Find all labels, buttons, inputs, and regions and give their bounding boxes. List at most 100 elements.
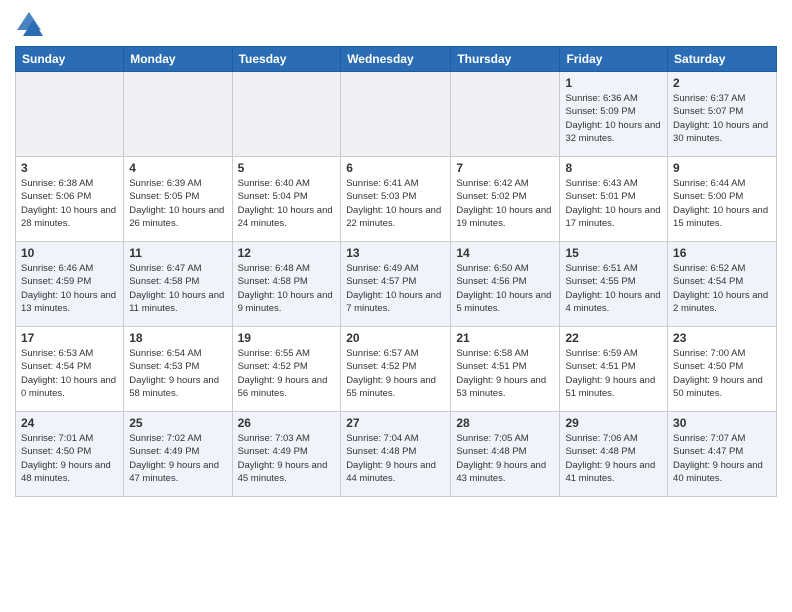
day-number: 11 <box>129 246 226 260</box>
calendar-day-cell: 14 Sunrise: 6:50 AM Sunset: 4:56 PM Dayli… <box>451 242 560 327</box>
day-number: 16 <box>673 246 771 260</box>
calendar-empty-cell <box>232 72 341 157</box>
weekday-header-monday: Monday <box>124 47 232 72</box>
day-number: 30 <box>673 416 771 430</box>
day-info: Sunrise: 6:59 AM Sunset: 4:51 PM Dayligh… <box>565 347 662 400</box>
day-number: 12 <box>238 246 336 260</box>
logo <box>15 10 47 38</box>
day-number: 13 <box>346 246 445 260</box>
day-info: Sunrise: 6:36 AM Sunset: 5:09 PM Dayligh… <box>565 92 662 145</box>
day-info: Sunrise: 6:47 AM Sunset: 4:58 PM Dayligh… <box>129 262 226 315</box>
day-number: 25 <box>129 416 226 430</box>
calendar-day-cell: 13 Sunrise: 6:49 AM Sunset: 4:57 PM Dayli… <box>341 242 451 327</box>
day-number: 7 <box>456 161 554 175</box>
day-number: 9 <box>673 161 771 175</box>
calendar-day-cell: 28Sunrise: 7:05 AM Sunset: 4:48 PM Dayli… <box>451 412 560 497</box>
day-info: Sunrise: 6:43 AM Sunset: 5:01 PM Dayligh… <box>565 177 662 230</box>
calendar-day-cell: 4 Sunrise: 6:39 AM Sunset: 5:05 PM Daylig… <box>124 157 232 242</box>
weekday-header-sunday: Sunday <box>16 47 124 72</box>
calendar-page: SundayMondayTuesdayWednesdayThursdayFrid… <box>0 0 792 507</box>
calendar-day-cell: 2 Sunrise: 6:37 AM Sunset: 5:07 PM Daylig… <box>668 72 777 157</box>
calendar-day-cell: 10 Sunrise: 6:46 AM Sunset: 4:59 PM Dayli… <box>16 242 124 327</box>
calendar-week-row: 10 Sunrise: 6:46 AM Sunset: 4:59 PM Dayli… <box>16 242 777 327</box>
calendar-day-cell: 7 Sunrise: 6:42 AM Sunset: 5:02 PM Daylig… <box>451 157 560 242</box>
day-number: 1 <box>565 76 662 90</box>
day-info: Sunrise: 6:46 AM Sunset: 4:59 PM Dayligh… <box>21 262 118 315</box>
day-number: 4 <box>129 161 226 175</box>
day-number: 5 <box>238 161 336 175</box>
day-number: 22 <box>565 331 662 345</box>
calendar-week-row: 24 Sunrise: 7:01 AM Sunset: 4:50 PM Dayli… <box>16 412 777 497</box>
day-info: Sunrise: 7:04 AM Sunset: 4:48 PM Dayligh… <box>346 432 445 485</box>
calendar-day-cell: 6 Sunrise: 6:41 AM Sunset: 5:03 PM Daylig… <box>341 157 451 242</box>
calendar-day-cell: 17Sunrise: 6:53 AM Sunset: 4:54 PM Dayli… <box>16 327 124 412</box>
day-info: Sunrise: 6:37 AM Sunset: 5:07 PM Dayligh… <box>673 92 771 145</box>
day-info: Sunrise: 6:55 AM Sunset: 4:52 PM Dayligh… <box>238 347 336 400</box>
day-info: Sunrise: 6:40 AM Sunset: 5:04 PM Dayligh… <box>238 177 336 230</box>
day-info: Sunrise: 6:41 AM Sunset: 5:03 PM Dayligh… <box>346 177 445 230</box>
calendar-week-row: 3 Sunrise: 6:38 AM Sunset: 5:06 PM Daylig… <box>16 157 777 242</box>
day-number: 18 <box>129 331 226 345</box>
calendar-day-cell: 29 Sunrise: 7:06 AM Sunset: 4:48 PM Dayli… <box>560 412 668 497</box>
weekday-header-wednesday: Wednesday <box>341 47 451 72</box>
calendar-week-row: 1 Sunrise: 6:36 AM Sunset: 5:09 PM Daylig… <box>16 72 777 157</box>
day-info: Sunrise: 7:02 AM Sunset: 4:49 PM Dayligh… <box>129 432 226 485</box>
day-info: Sunrise: 6:54 AM Sunset: 4:53 PM Dayligh… <box>129 347 226 400</box>
day-info: Sunrise: 7:01 AM Sunset: 4:50 PM Dayligh… <box>21 432 118 485</box>
calendar-day-cell: 5 Sunrise: 6:40 AM Sunset: 5:04 PM Daylig… <box>232 157 341 242</box>
weekday-header-thursday: Thursday <box>451 47 560 72</box>
logo-icon <box>15 10 43 38</box>
calendar-day-cell: 21Sunrise: 6:58 AM Sunset: 4:51 PM Dayli… <box>451 327 560 412</box>
calendar-day-cell: 23Sunrise: 7:00 AM Sunset: 4:50 PM Dayli… <box>668 327 777 412</box>
weekday-header-saturday: Saturday <box>668 47 777 72</box>
day-info: Sunrise: 6:49 AM Sunset: 4:57 PM Dayligh… <box>346 262 445 315</box>
day-number: 14 <box>456 246 554 260</box>
calendar-day-cell: 15Sunrise: 6:51 AM Sunset: 4:55 PM Dayli… <box>560 242 668 327</box>
day-info: Sunrise: 6:39 AM Sunset: 5:05 PM Dayligh… <box>129 177 226 230</box>
day-info: Sunrise: 7:07 AM Sunset: 4:47 PM Dayligh… <box>673 432 771 485</box>
day-number: 19 <box>238 331 336 345</box>
weekday-header-tuesday: Tuesday <box>232 47 341 72</box>
calendar-day-cell: 27 Sunrise: 7:04 AM Sunset: 4:48 PM Dayli… <box>341 412 451 497</box>
day-info: Sunrise: 7:03 AM Sunset: 4:49 PM Dayligh… <box>238 432 336 485</box>
day-number: 2 <box>673 76 771 90</box>
day-info: Sunrise: 7:00 AM Sunset: 4:50 PM Dayligh… <box>673 347 771 400</box>
calendar-day-cell: 25 Sunrise: 7:02 AM Sunset: 4:49 PM Dayli… <box>124 412 232 497</box>
day-info: Sunrise: 6:57 AM Sunset: 4:52 PM Dayligh… <box>346 347 445 400</box>
day-info: Sunrise: 6:52 AM Sunset: 4:54 PM Dayligh… <box>673 262 771 315</box>
day-number: 17 <box>21 331 118 345</box>
calendar-day-cell: 11 Sunrise: 6:47 AM Sunset: 4:58 PM Dayli… <box>124 242 232 327</box>
day-number: 29 <box>565 416 662 430</box>
calendar-day-cell: 30 Sunrise: 7:07 AM Sunset: 4:47 PM Dayli… <box>668 412 777 497</box>
calendar-empty-cell <box>16 72 124 157</box>
calendar-day-cell: 16 Sunrise: 6:52 AM Sunset: 4:54 PM Dayli… <box>668 242 777 327</box>
calendar-day-cell: 19 Sunrise: 6:55 AM Sunset: 4:52 PM Dayli… <box>232 327 341 412</box>
calendar-day-cell: 8 Sunrise: 6:43 AM Sunset: 5:01 PM Daylig… <box>560 157 668 242</box>
calendar-day-cell: 20 Sunrise: 6:57 AM Sunset: 4:52 PM Dayli… <box>341 327 451 412</box>
day-info: Sunrise: 6:48 AM Sunset: 4:58 PM Dayligh… <box>238 262 336 315</box>
day-info: Sunrise: 7:06 AM Sunset: 4:48 PM Dayligh… <box>565 432 662 485</box>
calendar-day-cell: 18 Sunrise: 6:54 AM Sunset: 4:53 PM Dayli… <box>124 327 232 412</box>
day-info: Sunrise: 6:50 AM Sunset: 4:56 PM Dayligh… <box>456 262 554 315</box>
day-number: 27 <box>346 416 445 430</box>
calendar-day-cell: 3 Sunrise: 6:38 AM Sunset: 5:06 PM Daylig… <box>16 157 124 242</box>
day-info: Sunrise: 6:38 AM Sunset: 5:06 PM Dayligh… <box>21 177 118 230</box>
day-number: 3 <box>21 161 118 175</box>
day-number: 6 <box>346 161 445 175</box>
day-number: 8 <box>565 161 662 175</box>
day-number: 21 <box>456 331 554 345</box>
day-number: 24 <box>21 416 118 430</box>
calendar-day-cell: 9Sunrise: 6:44 AM Sunset: 5:00 PM Daylig… <box>668 157 777 242</box>
calendar-table: SundayMondayTuesdayWednesdayThursdayFrid… <box>15 46 777 497</box>
calendar-day-cell: 22 Sunrise: 6:59 AM Sunset: 4:51 PM Dayli… <box>560 327 668 412</box>
day-info: Sunrise: 7:05 AM Sunset: 4:48 PM Dayligh… <box>456 432 554 485</box>
calendar-empty-cell <box>124 72 232 157</box>
calendar-day-cell: 1 Sunrise: 6:36 AM Sunset: 5:09 PM Daylig… <box>560 72 668 157</box>
day-info: Sunrise: 6:42 AM Sunset: 5:02 PM Dayligh… <box>456 177 554 230</box>
day-number: 20 <box>346 331 445 345</box>
day-number: 15 <box>565 246 662 260</box>
weekday-header-row: SundayMondayTuesdayWednesdayThursdayFrid… <box>16 47 777 72</box>
calendar-week-row: 17Sunrise: 6:53 AM Sunset: 4:54 PM Dayli… <box>16 327 777 412</box>
calendar-empty-cell <box>451 72 560 157</box>
day-number: 10 <box>21 246 118 260</box>
